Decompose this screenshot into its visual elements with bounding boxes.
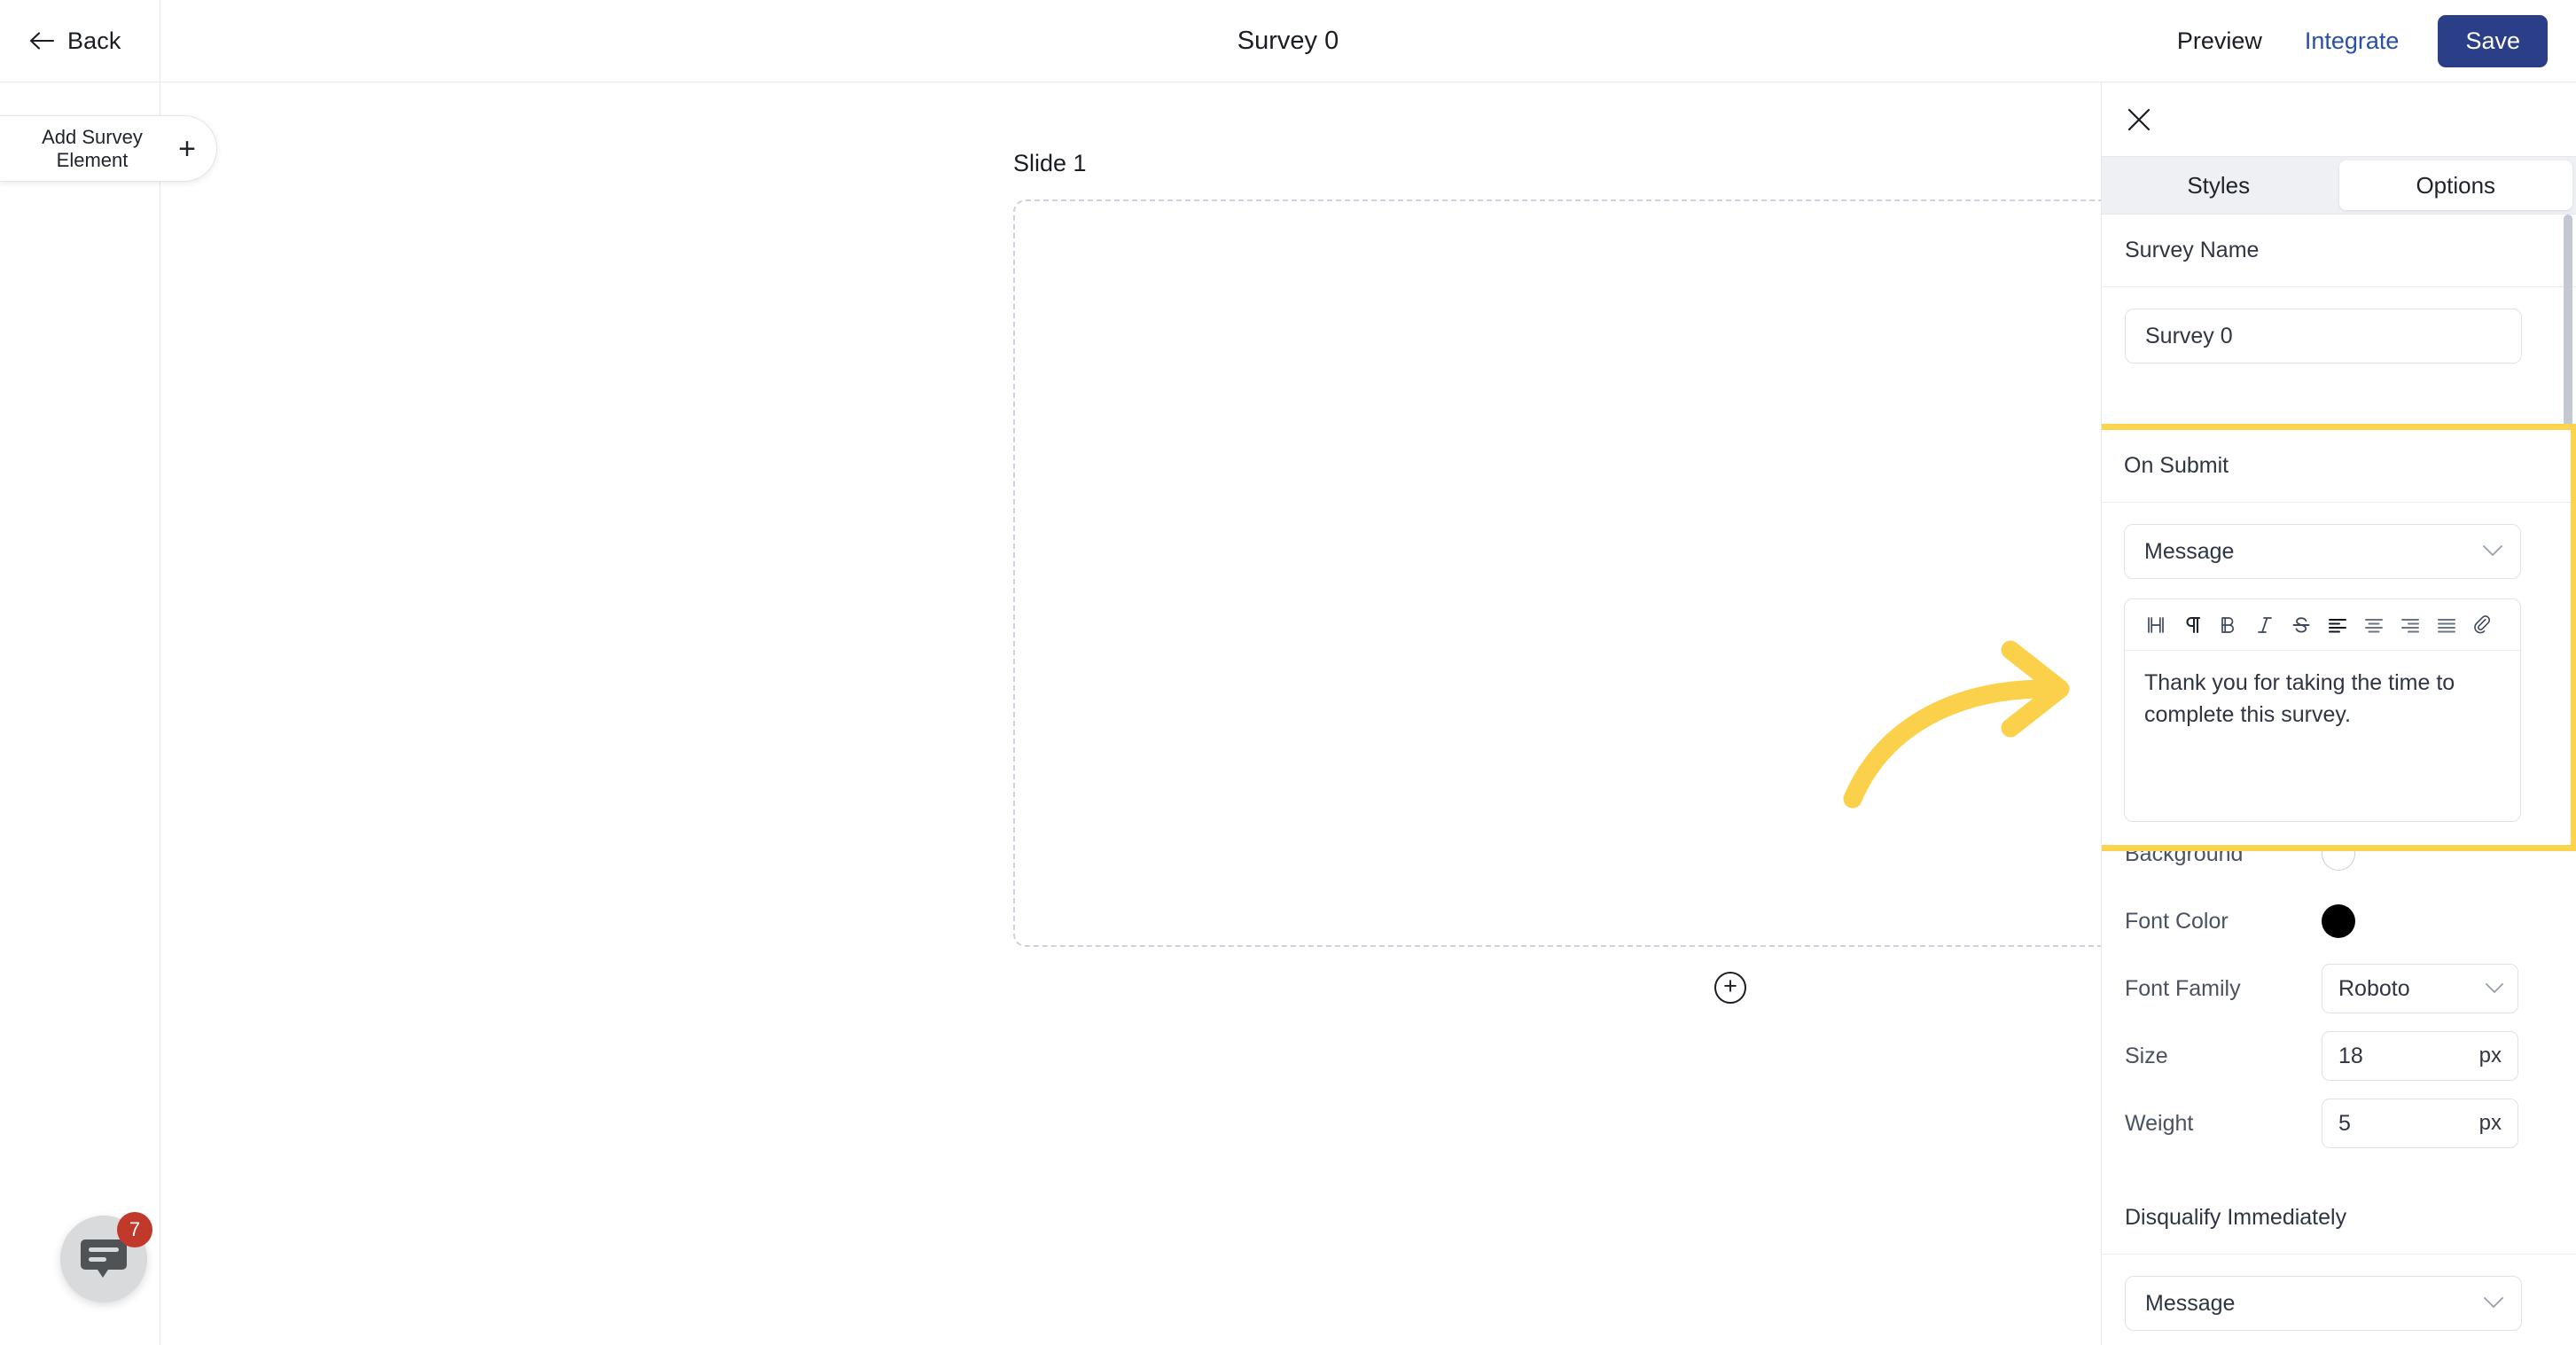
survey-name-input[interactable]: Survey 0 [2125, 309, 2522, 364]
survey-name-header: Survey Name [2102, 215, 2576, 287]
chevron-down-icon [2484, 1294, 2503, 1312]
font-family-label: Font Family [2125, 975, 2241, 1001]
slide-title: Slide 1 [1013, 149, 1087, 176]
arrow-left-icon [27, 29, 57, 52]
disqualify-action-select[interactable]: Message [2125, 1276, 2522, 1331]
add-slide-row: + [1013, 972, 2101, 1004]
on-submit-header: On Submit [2102, 430, 2571, 503]
add-slide-label: + [1723, 973, 1737, 999]
topbar-actions: Preview Integrate Save [2156, 14, 2548, 67]
weight-input[interactable]: 5 px [2322, 1099, 2518, 1148]
on-submit-editor: Thank you for taking the time to complet… [2124, 598, 2521, 822]
slide-wrapper: Slide 1 ••• + [852, 145, 2101, 1004]
align-justify-icon[interactable] [2428, 606, 2464, 644]
tab-options[interactable]: Options [2338, 160, 2572, 210]
disqualify-action-value: Message [2145, 1290, 2236, 1316]
plus-circle-icon[interactable]: + [1714, 972, 1746, 1004]
bold-icon[interactable] [2210, 606, 2246, 644]
heading-icon[interactable] [2137, 606, 2174, 644]
size-unit: px [2478, 1044, 2502, 1067]
panel-tabs: Styles Options [2102, 156, 2576, 215]
left-sidebar: Add Survey Element + [0, 82, 217, 1345]
on-submit-highlight: On Submit Message Thank you for taking t… [2102, 424, 2576, 851]
survey-name-body: Survey 0 [2102, 287, 2576, 372]
chevron-down-icon [2486, 980, 2503, 997]
top-bar: Back Survey 0 Preview Integrate Save [0, 0, 2576, 82]
section-disqualify: Disqualify Immediately Message Thank you… [2102, 1182, 2576, 1345]
tab-styles[interactable]: Styles [2102, 157, 2336, 214]
disqualify-body: Message Thank you for taking the time to… [2102, 1255, 2576, 1345]
attachment-icon[interactable] [2464, 606, 2501, 644]
size-label: Size [2125, 1043, 2168, 1068]
panel-close-bar [2102, 82, 2576, 156]
add-survey-element-button[interactable]: Add Survey Element + [0, 115, 217, 182]
chat-unread-badge: 7 [117, 1212, 152, 1247]
panel-scroll-region: Survey Name Survey 0 Background Font Col… [2102, 215, 2576, 1345]
row-font-color: Font Color [2102, 888, 2576, 955]
section-survey-name: Survey Name Survey 0 [2102, 215, 2576, 372]
on-submit-action-select[interactable]: Message [2124, 524, 2521, 579]
font-family-select[interactable]: Roboto [2322, 964, 2518, 1013]
strikethrough-icon[interactable] [2283, 606, 2319, 644]
size-input[interactable]: 18 px [2322, 1031, 2518, 1081]
row-weight: Weight 5 px [2102, 1090, 2576, 1157]
save-button[interactable]: Save [2438, 14, 2548, 67]
align-left-icon[interactable] [2319, 606, 2355, 644]
align-right-icon[interactable] [2392, 606, 2428, 644]
chat-widget[interactable]: 7 [60, 1212, 152, 1302]
align-center-icon[interactable] [2355, 606, 2392, 644]
editor-toolbar [2125, 599, 2520, 651]
slide-canvas[interactable] [1013, 199, 2101, 947]
disqualify-header: Disqualify Immediately [2102, 1182, 2576, 1255]
on-submit-action-value: Message [2144, 538, 2235, 564]
weight-value: 5 [2338, 1110, 2351, 1136]
paragraph-icon[interactable] [2174, 606, 2210, 644]
right-settings-panel: Styles Options Survey Name Survey 0 Back… [2101, 82, 2576, 1345]
font-color-swatch[interactable] [2322, 904, 2355, 938]
plus-icon: + [178, 131, 196, 166]
on-submit-message-text[interactable]: Thank you for taking the time to complet… [2125, 651, 2520, 821]
font-family-value: Roboto [2338, 975, 2410, 1001]
font-color-label: Font Color [2125, 908, 2229, 934]
back-label: Back [67, 27, 121, 54]
row-size: Size 18 px [2102, 1022, 2576, 1090]
slide-header: Slide 1 ••• [852, 145, 2101, 182]
size-value: 18 [2338, 1043, 2363, 1068]
integrate-link[interactable]: Integrate [2283, 27, 2421, 55]
canvas-area: Slide 1 ••• + [160, 82, 2101, 1345]
chevron-down-icon [2483, 543, 2502, 560]
on-submit-body: Message Thank you for taking the time to… [2102, 503, 2571, 845]
preview-button[interactable]: Preview [2156, 27, 2283, 55]
app-root: Back Survey 0 Preview Integrate Save Add… [0, 0, 2576, 1345]
close-icon[interactable] [2121, 102, 2157, 137]
section-styles: Background Font Color Font Family Roboto [2102, 820, 2576, 1157]
italic-icon[interactable] [2246, 606, 2283, 644]
add-survey-element-label: Add Survey Element [42, 125, 143, 171]
back-button[interactable]: Back [0, 0, 160, 82]
weight-unit: px [2478, 1111, 2502, 1135]
row-font-family: Font Family Roboto [2102, 955, 2576, 1022]
weight-label: Weight [2125, 1110, 2194, 1136]
